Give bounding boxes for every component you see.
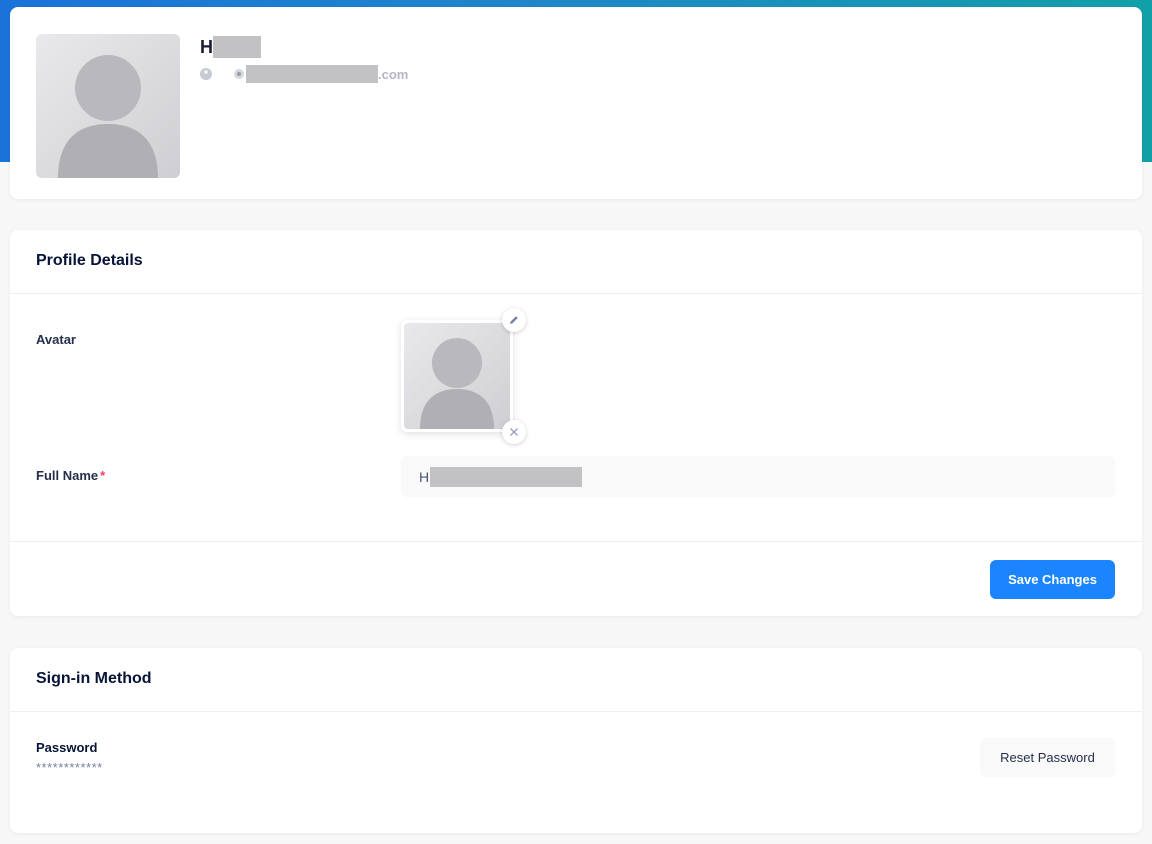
full-name-input[interactable]: H: [401, 456, 1115, 497]
redacted-full-name: [430, 466, 583, 487]
password-mask: ************: [36, 760, 103, 775]
avatar-label: Avatar: [36, 332, 76, 347]
redacted-name: [213, 36, 261, 58]
pencil-icon: [510, 316, 518, 324]
reset-password-button[interactable]: Reset Password: [980, 738, 1115, 777]
signin-method-card: Sign-in Method Password ************ Res…: [10, 648, 1142, 833]
divider: [10, 541, 1142, 542]
divider: [10, 711, 1142, 712]
divider: [10, 293, 1142, 294]
section-title-profile-details: Profile Details: [36, 252, 143, 269]
save-changes-button[interactable]: Save Changes: [990, 560, 1115, 599]
avatar: [36, 34, 180, 178]
email-icon: [234, 69, 244, 79]
full-name-label: Full Name *: [36, 468, 105, 483]
user-meta: .com: [200, 65, 408, 83]
redacted-email: [246, 65, 378, 83]
password-label: Password: [36, 740, 98, 755]
avatar-remove-button[interactable]: [502, 420, 526, 444]
user-name: H: [200, 36, 261, 58]
full-name-label-text: Full Name: [36, 468, 99, 483]
avatar-preview: [404, 323, 510, 429]
section-title-signin-method: Sign-in Method: [36, 670, 152, 687]
user-name-initial: H: [200, 36, 213, 57]
required-mark: *: [100, 468, 106, 483]
full-name-value-initial: H: [419, 468, 430, 485]
avatar-upload[interactable]: [401, 320, 513, 432]
email-suffix: .com: [378, 66, 409, 82]
profile-details-card: Profile Details Avatar Full Name * H Save…: [10, 230, 1142, 616]
close-icon: [510, 428, 518, 436]
profile-header-card: H .com: [10, 7, 1142, 199]
user-silhouette-icon: [58, 55, 158, 178]
avatar-edit-button[interactable]: [502, 308, 526, 332]
profile-icon: [200, 68, 212, 80]
user-silhouette-icon: [420, 338, 494, 429]
